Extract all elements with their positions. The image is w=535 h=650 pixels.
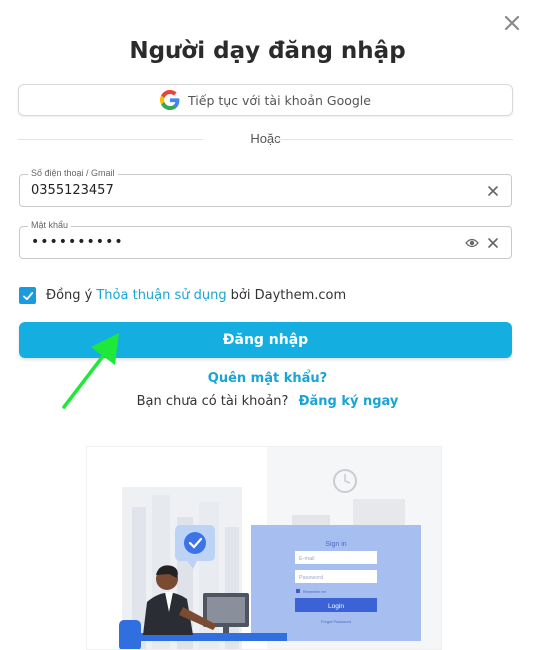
password-label: Mật khẩu	[28, 220, 72, 230]
password-value[interactable]: ••••••••••	[31, 234, 124, 250]
signup-link[interactable]: Đăng ký ngay	[299, 394, 399, 409]
eye-icon[interactable]	[465, 237, 479, 249]
signup-row: Bạn chưa có tài khoản? Đăng ký ngay	[0, 394, 535, 409]
phone-email-value[interactable]: 0355123457	[31, 183, 114, 198]
terms-link[interactable]: Thỏa thuận sử dụng	[96, 288, 226, 303]
or-divider: Hoặc	[18, 130, 513, 148]
login-illustration: Sign in E-mail Password Remember me Logi…	[86, 446, 442, 650]
google-login-button[interactable]: Tiếp tục với tài khoản Google	[18, 84, 513, 116]
phone-email-field[interactable]: Số điện thoại / Gmail 0355123457	[19, 168, 512, 207]
illus-forgot-label: Forgot Password	[321, 619, 351, 624]
forgot-password-link[interactable]: Quên mật khẩu?	[0, 371, 535, 386]
google-login-label: Tiếp tục với tài khoản Google	[188, 92, 371, 108]
agreement-row: Đồng ý Thỏa thuận sử dụng bởi Daythem.co…	[19, 287, 346, 304]
check-icon	[22, 291, 33, 300]
phone-email-label: Số điện thoại / Gmail	[28, 168, 118, 178]
no-account-text: Bạn chưa có tài khoản?	[136, 394, 289, 409]
agree-prefix: Đồng ý	[46, 288, 93, 303]
illus-email-placeholder: E-mail	[299, 556, 315, 562]
illus-login-button: Login	[328, 603, 344, 610]
close-icon[interactable]	[501, 12, 523, 34]
illus-card-title: Sign in	[325, 541, 347, 548]
page-title: Người dạy đăng nhập	[129, 38, 406, 64]
illus-remember-label: Remember me	[303, 590, 326, 594]
login-modal: Người dạy đăng nhập Tiếp tục với tài kho…	[0, 0, 535, 650]
google-icon	[160, 90, 180, 110]
clear-icon[interactable]	[487, 237, 499, 249]
agree-suffix: bởi Daythem.com	[230, 288, 347, 303]
password-field[interactable]: Mật khẩu ••••••••••	[19, 220, 512, 259]
clear-icon[interactable]	[487, 185, 499, 197]
agree-checkbox[interactable]	[19, 287, 36, 304]
illus-password-placeholder: Password	[299, 575, 323, 581]
